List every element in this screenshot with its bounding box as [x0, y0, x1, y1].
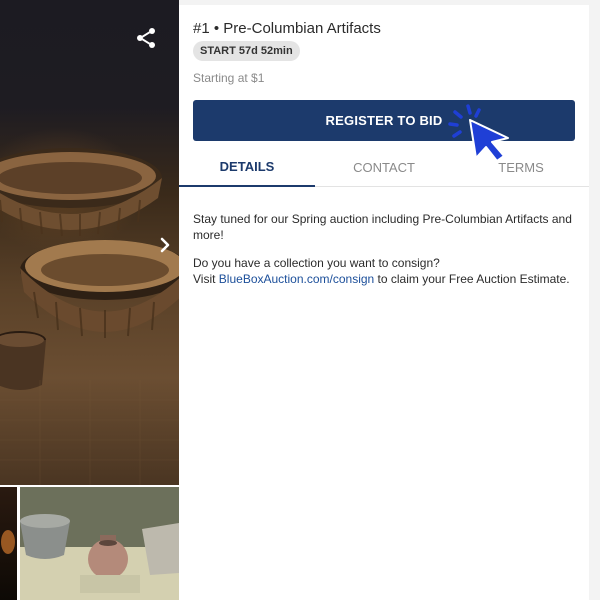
details-description: Stay tuned for our Spring auction includ…	[193, 211, 578, 299]
tab-terms-label: TERMS	[498, 159, 544, 175]
tab-contact-label: CONTACT	[353, 159, 415, 175]
consign-paragraph: Do you have a collection you want to con…	[193, 255, 578, 287]
page-edge	[589, 0, 600, 600]
image-gallery	[0, 0, 179, 600]
chevron-right-icon[interactable]	[153, 232, 177, 258]
consign-prefix: Visit	[193, 272, 219, 286]
tab-terms[interactable]: TERMS	[453, 148, 589, 186]
consign-suffix: to claim your Free Auction Estimate.	[374, 272, 570, 286]
share-icon[interactable]	[134, 26, 158, 50]
register-to-bid-button[interactable]: REGISTER TO BID	[193, 100, 575, 141]
consign-link[interactable]: BlueBoxAuction.com/consign	[219, 272, 374, 286]
description-paragraph: Stay tuned for our Spring auction includ…	[193, 212, 572, 242]
lot-title: #1 • Pre-Columbian Artifacts	[193, 20, 381, 37]
consign-question: Do you have a collection you want to con…	[193, 256, 440, 270]
thumbnail-strip	[0, 487, 179, 600]
lot-tabs: DETAILS CONTACT TERMS	[179, 148, 589, 187]
lot-details-panel: #1 • Pre-Columbian Artifacts START 57d 5…	[179, 5, 589, 600]
starting-price: Starting at $1	[193, 71, 265, 85]
register-button-label: REGISTER TO BID	[325, 113, 443, 128]
tab-details[interactable]: DETAILS	[179, 148, 315, 187]
main-lot-photo[interactable]	[0, 0, 179, 485]
thumbnail-2[interactable]	[20, 487, 179, 600]
tab-details-label: DETAILS	[219, 159, 275, 174]
thumbnail-1[interactable]	[0, 487, 17, 600]
start-countdown-badge: START 57d 52min	[193, 41, 300, 61]
tab-contact[interactable]: CONTACT	[316, 148, 452, 186]
